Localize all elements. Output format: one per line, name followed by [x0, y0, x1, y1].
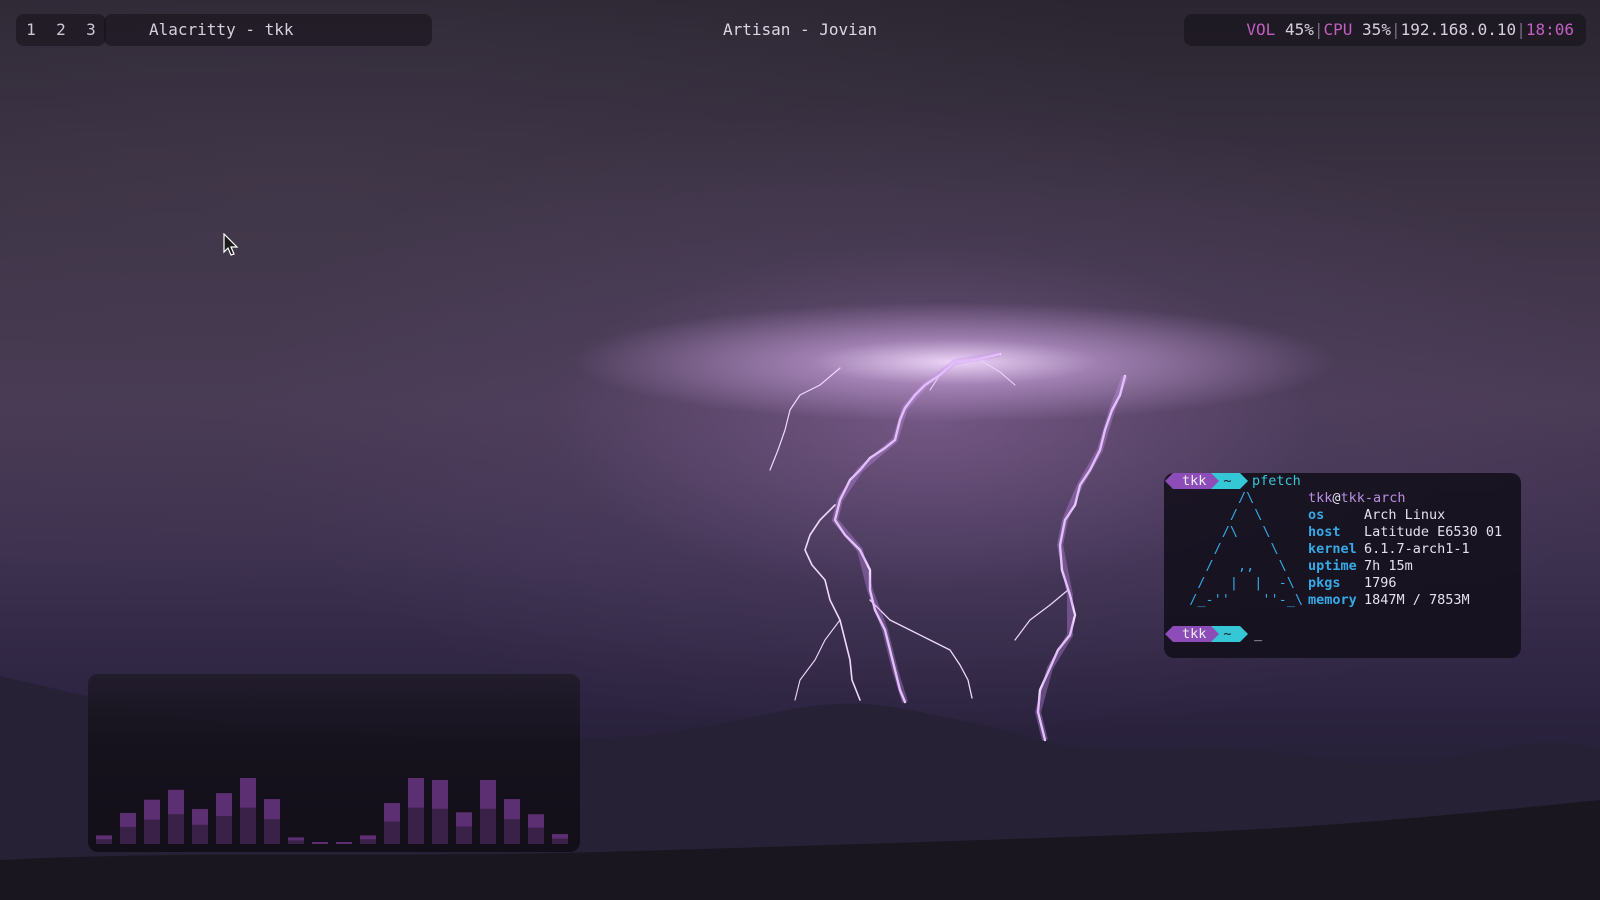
fetch-title: tkk@tkk-arch: [1308, 490, 1502, 507]
fetch-row: os Arch Linux: [1308, 507, 1502, 524]
fetch-user: tkk: [1308, 490, 1333, 506]
visualizer-bar: [312, 842, 328, 844]
fetch-key: kernel: [1308, 541, 1357, 557]
status-separator: |: [1390, 20, 1401, 39]
fetch-row: memory 1847M / 7853M: [1308, 592, 1502, 609]
visualizer-bar: [456, 812, 472, 844]
fetch-key: os: [1308, 507, 1325, 523]
fetch-value: Arch Linux: [1364, 507, 1446, 523]
prompt-user: tkk: [1182, 473, 1207, 489]
status-area: VOL 45%|CPU 35%|192.168.0.10|18:06: [1184, 14, 1586, 46]
top-bar: 1 2 3 Alacritty - tkk Artisan - Jovian V…: [0, 0, 1600, 56]
visualizer-bar: [144, 799, 160, 844]
mouse-cursor-icon: [223, 233, 239, 256]
fetch-key: pkgs: [1308, 575, 1341, 591]
visualizer-bar: [120, 812, 136, 844]
volume-label[interactable]: VOL: [1246, 20, 1275, 39]
status-separator: |: [1516, 20, 1526, 39]
fetch-value: 6.1.7-arch1-1: [1364, 541, 1470, 557]
prompt-dir: ~: [1223, 473, 1232, 489]
fetch-value: 7h 15m: [1364, 558, 1413, 574]
visualizer-bar: [264, 799, 280, 844]
fetch-key: host: [1308, 524, 1341, 540]
fetch-row: uptime 7h 15m: [1308, 558, 1502, 575]
fetch-key: uptime: [1308, 558, 1357, 574]
visualizer-bars: [96, 778, 568, 844]
visualizer-bar: [360, 835, 376, 844]
visualizer-bar: [432, 779, 448, 844]
fetch-value: 1847M / 7853M: [1364, 592, 1470, 608]
fetch-value: Latitude E6530 01: [1364, 524, 1503, 540]
fetch-at: @: [1332, 490, 1341, 506]
terminal-command: pfetch: [1252, 473, 1301, 489]
clock: 18:06: [1525, 20, 1574, 39]
visualizer-bar: [96, 835, 112, 844]
visualizer-bar: [192, 809, 208, 844]
visualizer-bar: [408, 778, 424, 844]
visualizer-bar: [288, 837, 304, 844]
prompt-user: tkk: [1182, 626, 1207, 642]
visualizer-bar: [528, 814, 544, 844]
visualizer-bar: [336, 842, 352, 844]
status-separator: |: [1313, 20, 1324, 39]
visualizer-bar: [168, 789, 184, 844]
cpu-label: CPU: [1323, 20, 1353, 39]
fetch-value: 1796: [1364, 575, 1397, 591]
volume-value[interactable]: 45%: [1285, 20, 1314, 39]
prompt-powerline: tkk ~: [1165, 626, 1248, 642]
arch-logo-ascii: /\ / \ /\ \ / \ / ,, \ / | | -\ /_-'' ''…: [1189, 490, 1304, 608]
fetch-key: memory: [1308, 592, 1357, 608]
fetch-row: host Latitude E6530 01: [1308, 524, 1502, 541]
visualizer-bar: [504, 799, 520, 844]
terminal-cursor: _: [1254, 626, 1263, 642]
prompt-dir: ~: [1223, 626, 1232, 642]
terminal-window[interactable]: tkk ~ pfetch /\ / \ /\ \ / \ / ,, \ / | |…: [1164, 473, 1521, 658]
audio-visualizer: [88, 674, 580, 852]
prompt-powerline: tkk ~: [1165, 473, 1248, 489]
cpu-value: 35%: [1362, 20, 1391, 39]
fetch-host: tkk-arch: [1340, 490, 1406, 506]
fetch-row: pkgs 1796: [1308, 575, 1502, 592]
visualizer-bar: [216, 793, 232, 844]
visualizer-bar: [384, 803, 400, 844]
visualizer-bar: [480, 779, 496, 844]
ip-address: 192.168.0.10: [1400, 20, 1517, 39]
fetch-info: tkk@tkk-arch os Arch Linux host Latitude E…: [1308, 490, 1502, 609]
visualizer-bar: [240, 778, 256, 844]
visualizer-bar: [552, 834, 568, 844]
fetch-row: kernel 6.1.7-arch1-1: [1308, 541, 1502, 558]
